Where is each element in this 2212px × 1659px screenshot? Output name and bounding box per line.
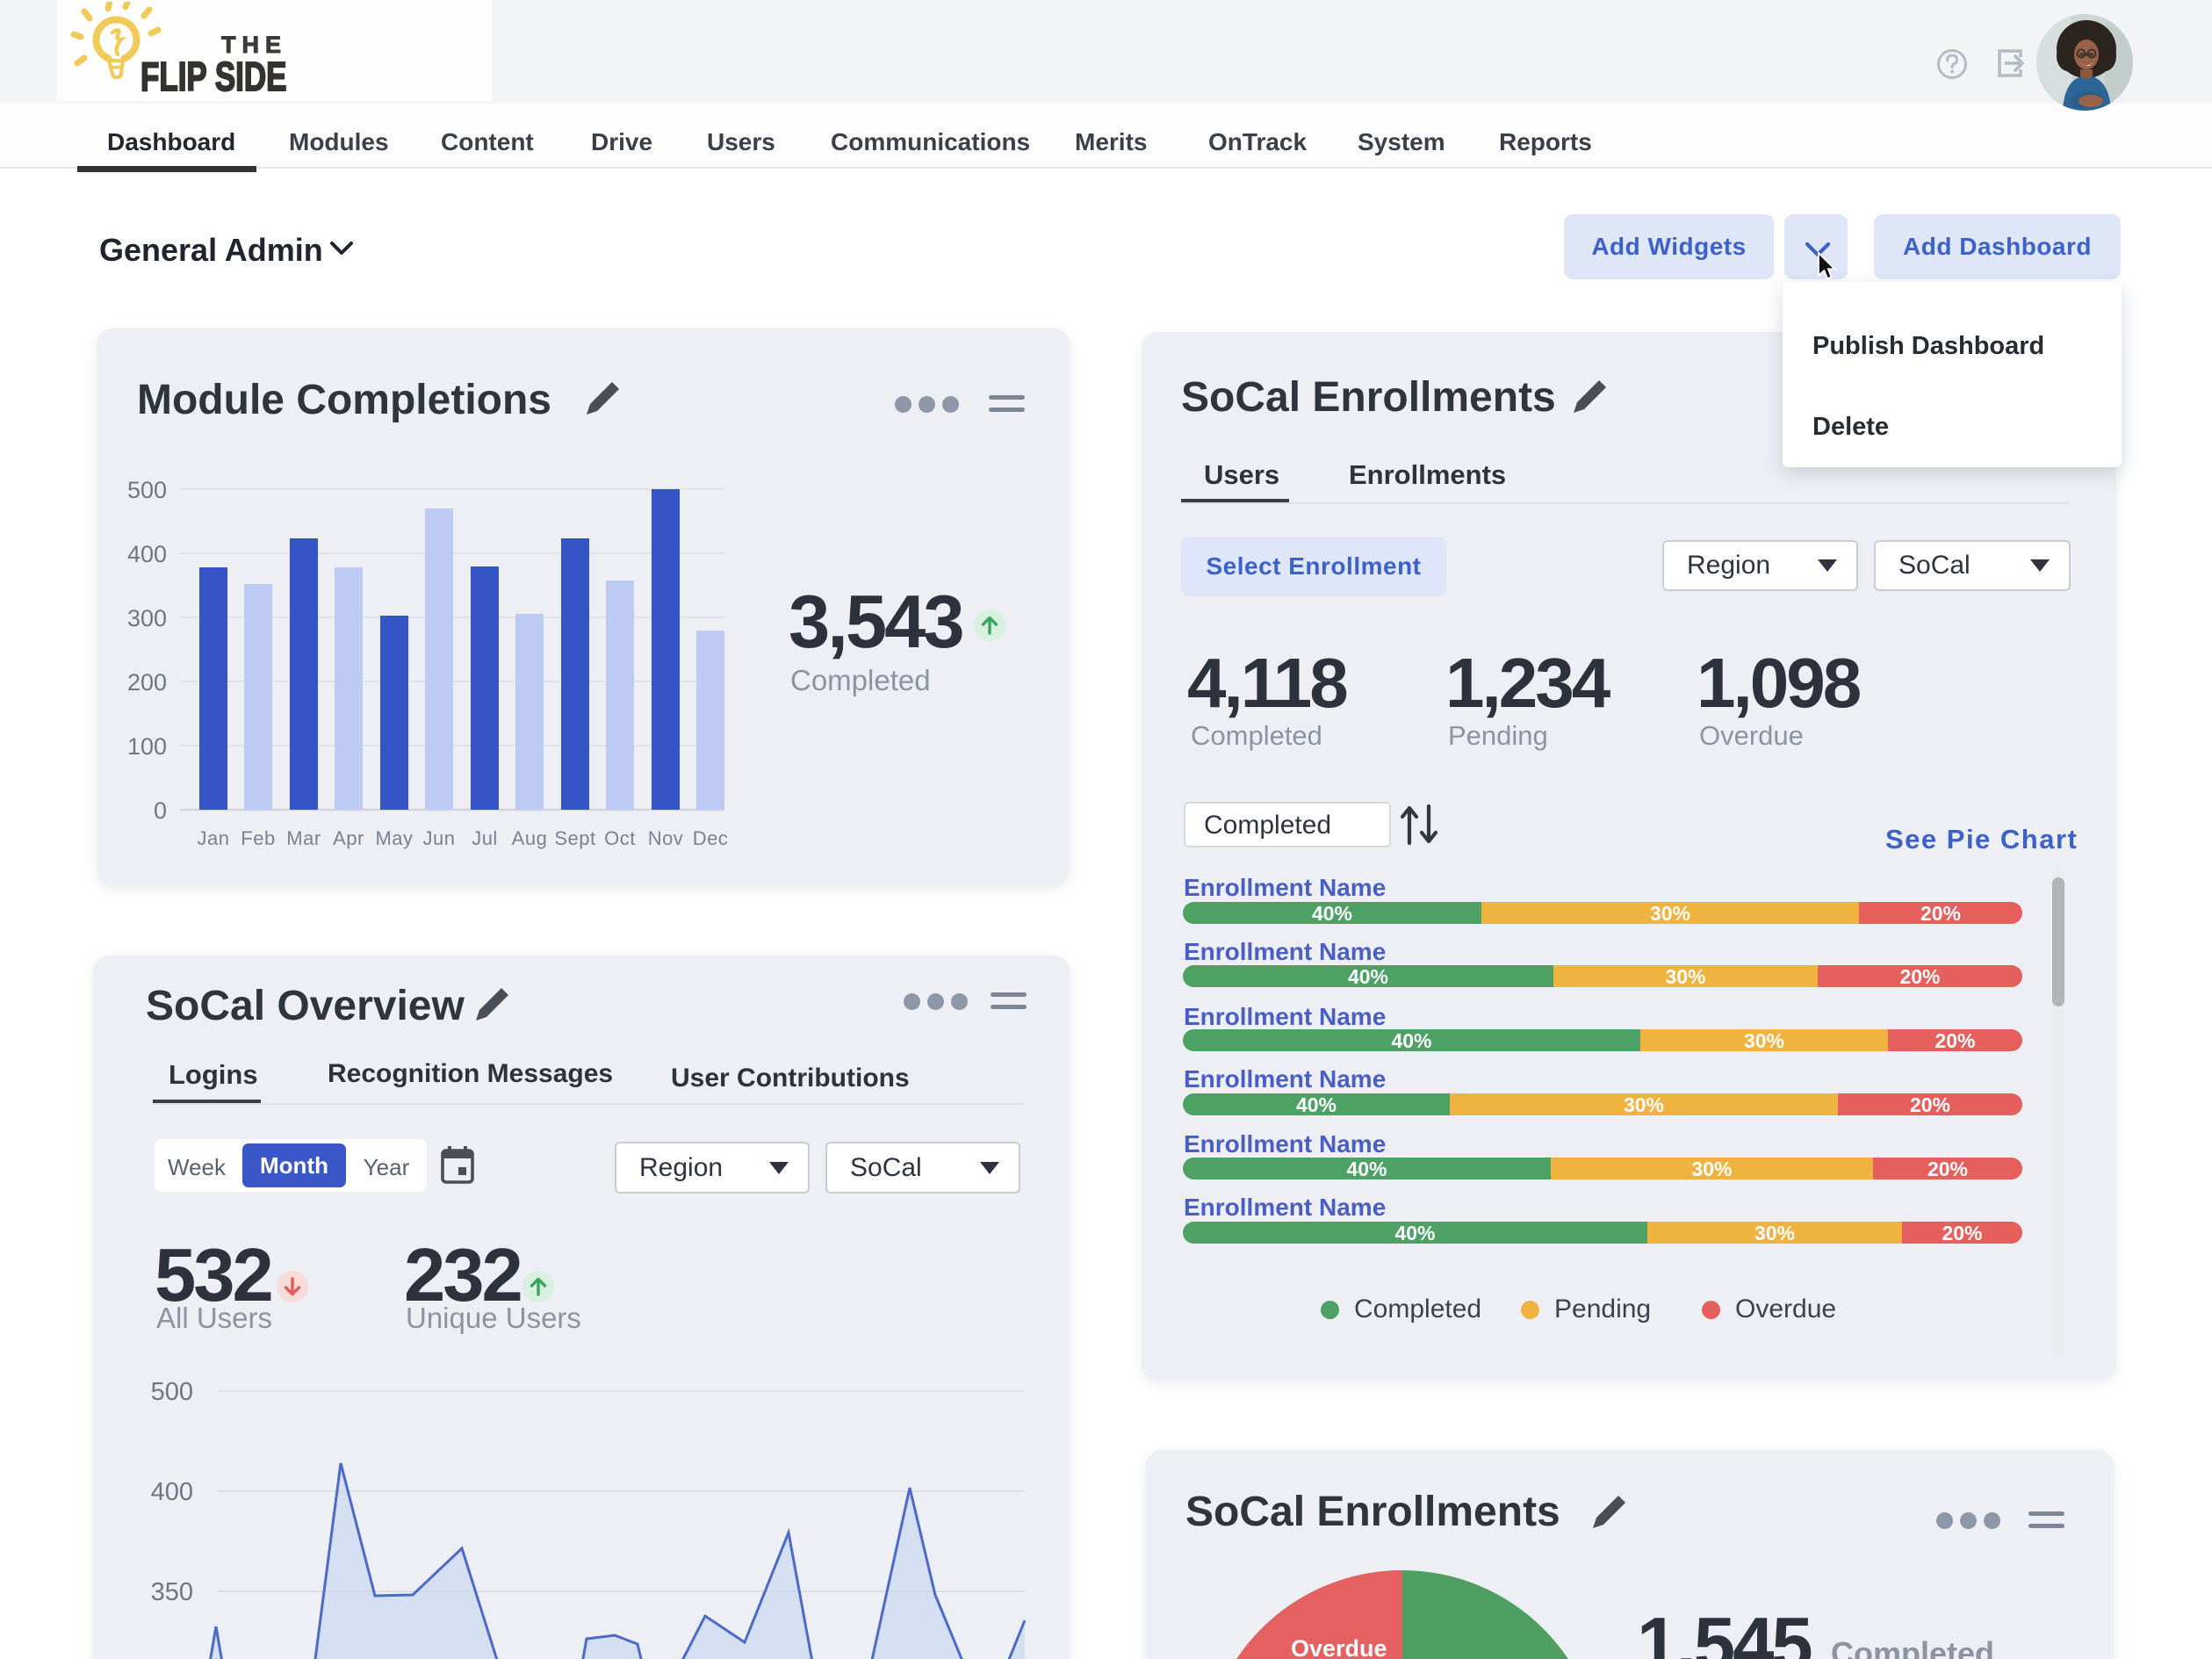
svg-text:Oct: Oct <box>604 827 636 849</box>
svg-text:400: 400 <box>151 1478 193 1506</box>
svg-text:Jun: Jun <box>423 827 456 849</box>
svg-text:300: 300 <box>127 605 167 631</box>
svg-text:400: 400 <box>127 541 167 567</box>
svg-text:Mar: Mar <box>286 827 321 849</box>
svg-text:Nov: Nov <box>648 827 684 849</box>
svg-text:0: 0 <box>154 797 167 824</box>
svg-text:200: 200 <box>127 669 167 696</box>
svg-text:100: 100 <box>127 733 167 760</box>
svg-text:350: 350 <box>151 1578 193 1606</box>
svg-text:Dec: Dec <box>693 827 729 849</box>
svg-text:Feb: Feb <box>241 827 275 849</box>
svg-text:500: 500 <box>127 477 167 503</box>
svg-text:Sept: Sept <box>554 827 595 849</box>
svg-text:Jul: Jul <box>472 827 498 849</box>
svg-text:500: 500 <box>151 1378 193 1406</box>
svg-text:Apr: Apr <box>333 827 364 849</box>
svg-text:May: May <box>375 827 413 849</box>
svg-text:Jan: Jan <box>198 827 230 849</box>
svg-text:Aug: Aug <box>512 827 548 849</box>
